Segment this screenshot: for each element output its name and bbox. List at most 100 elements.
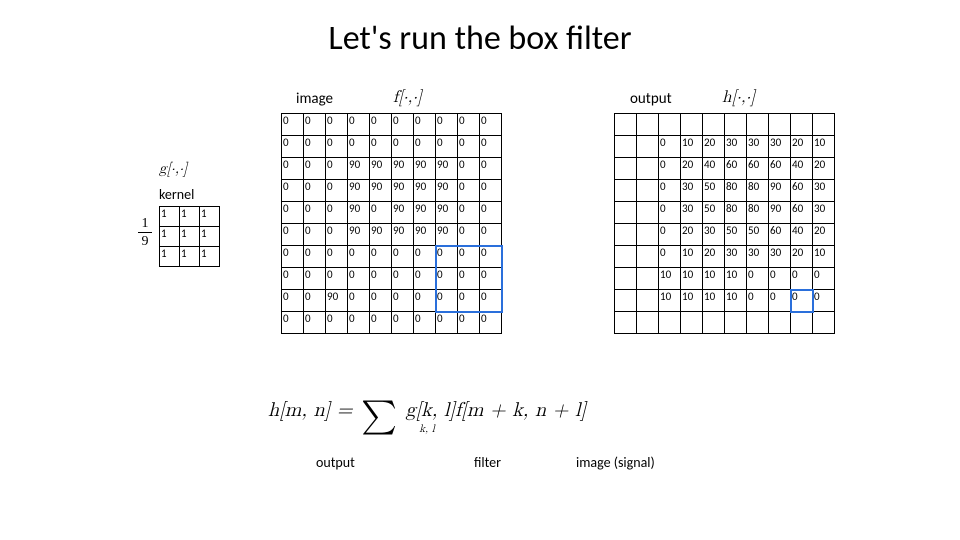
- input-cell: 90: [414, 224, 436, 246]
- input-cell: 0: [304, 158, 326, 180]
- input-cell: 90: [348, 224, 370, 246]
- output-cell: 90: [769, 180, 791, 202]
- output-cell: 60: [791, 180, 813, 202]
- input-cell: 0: [414, 268, 436, 290]
- convolution-equation: h[m, n] = ∑k, l g[k, l]f[m + k, n + l]: [268, 398, 586, 433]
- input-cell: 90: [348, 180, 370, 202]
- output-cell: [615, 114, 637, 136]
- input-cell: 0: [282, 312, 304, 334]
- input-cell: 0: [392, 114, 414, 136]
- output-cell: [615, 180, 637, 202]
- f-symbol: f[·,·]: [393, 88, 422, 108]
- output-cell: 20: [681, 158, 703, 180]
- input-cell: 0: [282, 114, 304, 136]
- input-cell: 0: [414, 246, 436, 268]
- input-cell: 0: [392, 290, 414, 312]
- input-cell: 0: [436, 268, 458, 290]
- output-cell: 10: [659, 268, 681, 290]
- output-cell: [615, 224, 637, 246]
- output-cell: [725, 114, 747, 136]
- input-cell: 90: [348, 202, 370, 224]
- output-cell: [615, 312, 637, 334]
- input-cell: 90: [370, 158, 392, 180]
- output-cell: 40: [703, 158, 725, 180]
- output-cell: 20: [813, 224, 835, 246]
- input-cell: 0: [480, 158, 502, 180]
- input-cell: 0: [326, 136, 348, 158]
- output-cell: 60: [769, 224, 791, 246]
- eq-lhs: h[m, n] =: [268, 400, 352, 420]
- input-cell: 0: [458, 114, 480, 136]
- output-cell: 0: [659, 158, 681, 180]
- output-cell: [769, 114, 791, 136]
- input-cell: 0: [392, 268, 414, 290]
- input-cell: 0: [370, 246, 392, 268]
- input-cell: 0: [304, 136, 326, 158]
- input-cell: 0: [326, 180, 348, 202]
- input-cell: 0: [414, 114, 436, 136]
- input-cell: 0: [458, 290, 480, 312]
- output-cell: 40: [791, 224, 813, 246]
- input-cell: 90: [348, 158, 370, 180]
- input-cell: 90: [370, 180, 392, 202]
- input-cell: 0: [370, 114, 392, 136]
- output-cell: 30: [769, 246, 791, 268]
- kernel-cell: 1: [180, 247, 200, 267]
- output-cell: [615, 268, 637, 290]
- input-cell: 90: [414, 180, 436, 202]
- output-cell: 90: [769, 202, 791, 224]
- input-cell: 0: [458, 136, 480, 158]
- kernel-scale-fraction: 1 9: [138, 216, 152, 250]
- output-cell: 30: [813, 180, 835, 202]
- output-cell: [637, 114, 659, 136]
- input-cell: 0: [480, 224, 502, 246]
- output-cell: [681, 114, 703, 136]
- output-cell: [637, 246, 659, 268]
- h-symbol: h[·,·]: [722, 88, 755, 108]
- output-cell: 0: [659, 180, 681, 202]
- input-cell: 0: [458, 246, 480, 268]
- input-cell: 0: [458, 158, 480, 180]
- kernel-grid: 111111111: [159, 206, 220, 267]
- input-cell: 0: [458, 224, 480, 246]
- output-cell: 10: [703, 290, 725, 312]
- output-cell: 20: [703, 246, 725, 268]
- output-cell: 0: [791, 268, 813, 290]
- output-cell: [615, 202, 637, 224]
- output-cell: 20: [813, 158, 835, 180]
- output-cell: 20: [681, 224, 703, 246]
- input-cell: 0: [480, 114, 502, 136]
- output-cell: 50: [725, 224, 747, 246]
- kernel-cell: 1: [200, 227, 220, 247]
- output-cell: 10: [681, 246, 703, 268]
- output-cell: 0: [659, 202, 681, 224]
- kernel-cell: 1: [180, 227, 200, 247]
- input-cell: 0: [282, 246, 304, 268]
- input-cell: 0: [414, 290, 436, 312]
- input-cell: 0: [458, 312, 480, 334]
- output-cell: [637, 180, 659, 202]
- fraction-bar: [138, 232, 152, 233]
- output-cell: 50: [703, 180, 725, 202]
- output-cell: [637, 202, 659, 224]
- output-cell: 0: [659, 246, 681, 268]
- input-cell: 0: [326, 114, 348, 136]
- output-cell: [637, 136, 659, 158]
- input-cell: 0: [348, 136, 370, 158]
- input-cell: 90: [414, 202, 436, 224]
- output-cell: [813, 114, 835, 136]
- output-cell: 60: [725, 158, 747, 180]
- output-cell: [725, 312, 747, 334]
- input-cell: 0: [304, 312, 326, 334]
- output-cell: [769, 312, 791, 334]
- input-cell: 0: [392, 312, 414, 334]
- kernel-cell: 1: [180, 207, 200, 227]
- output-cell: 30: [725, 136, 747, 158]
- input-cell: 0: [282, 268, 304, 290]
- kernel-cell: 1: [160, 207, 180, 227]
- input-cell: 0: [480, 246, 502, 268]
- output-cell: 20: [791, 136, 813, 158]
- input-cell: 0: [480, 290, 502, 312]
- output-cell: [703, 114, 725, 136]
- input-cell: 0: [304, 246, 326, 268]
